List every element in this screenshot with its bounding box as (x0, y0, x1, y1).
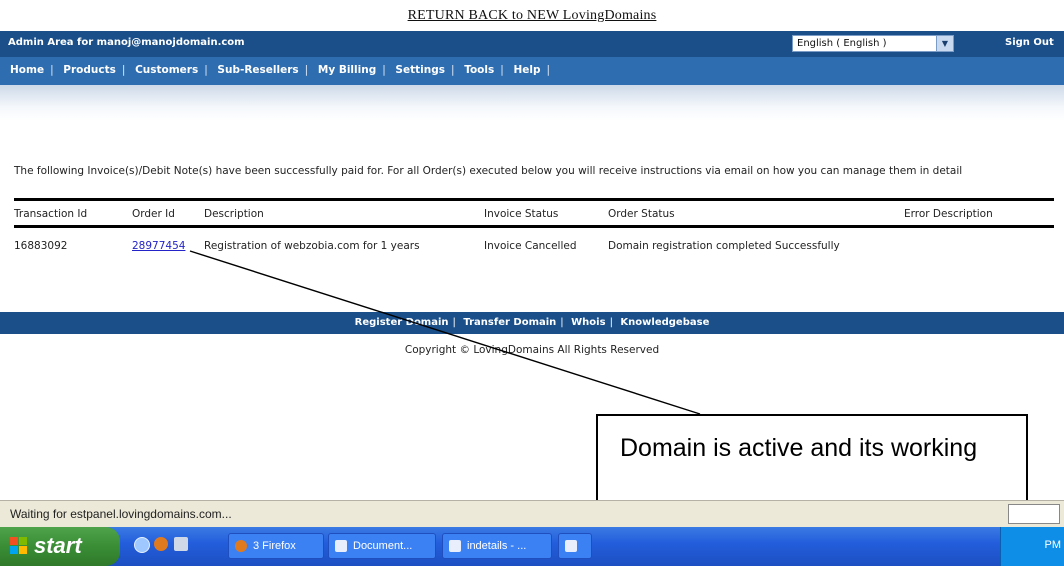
taskbar-button-document[interactable]: Document... (328, 533, 436, 559)
start-label: start (34, 533, 82, 558)
taskbar-button-label: 3 Firefox (253, 540, 296, 552)
tray-clock[interactable]: PM (1045, 539, 1062, 551)
desktop-quicklaunch-icon[interactable] (174, 537, 188, 551)
ie-quicklaunch-icon[interactable] (134, 537, 150, 553)
browser-status-bar: Waiting for estpanel.lovingdomains.com..… (0, 500, 1064, 527)
start-button[interactable]: start (0, 527, 120, 566)
windows-flag-icon (10, 537, 28, 555)
annotation-text: Domain is active and its working (620, 434, 978, 462)
status-zone-box (1008, 504, 1060, 524)
window-icon (449, 540, 461, 552)
taskbar-button-label: Document... (353, 540, 413, 552)
word-document-icon (335, 540, 347, 552)
taskbar: start 3 Firefox Document... indetails - … (0, 527, 1064, 566)
taskbar-button-indetails[interactable]: indetails - ... (442, 533, 552, 559)
firefox-quicklaunch-icon[interactable] (154, 537, 168, 551)
firefox-icon (235, 540, 247, 552)
taskbar-button[interactable] (558, 533, 592, 559)
window-icon (565, 540, 577, 552)
system-tray: PM (1000, 527, 1064, 566)
status-text: Waiting for estpanel.lovingdomains.com..… (10, 507, 232, 521)
taskbar-button-label: indetails - ... (467, 540, 527, 552)
taskbar-button-firefox[interactable]: 3 Firefox (228, 533, 324, 559)
